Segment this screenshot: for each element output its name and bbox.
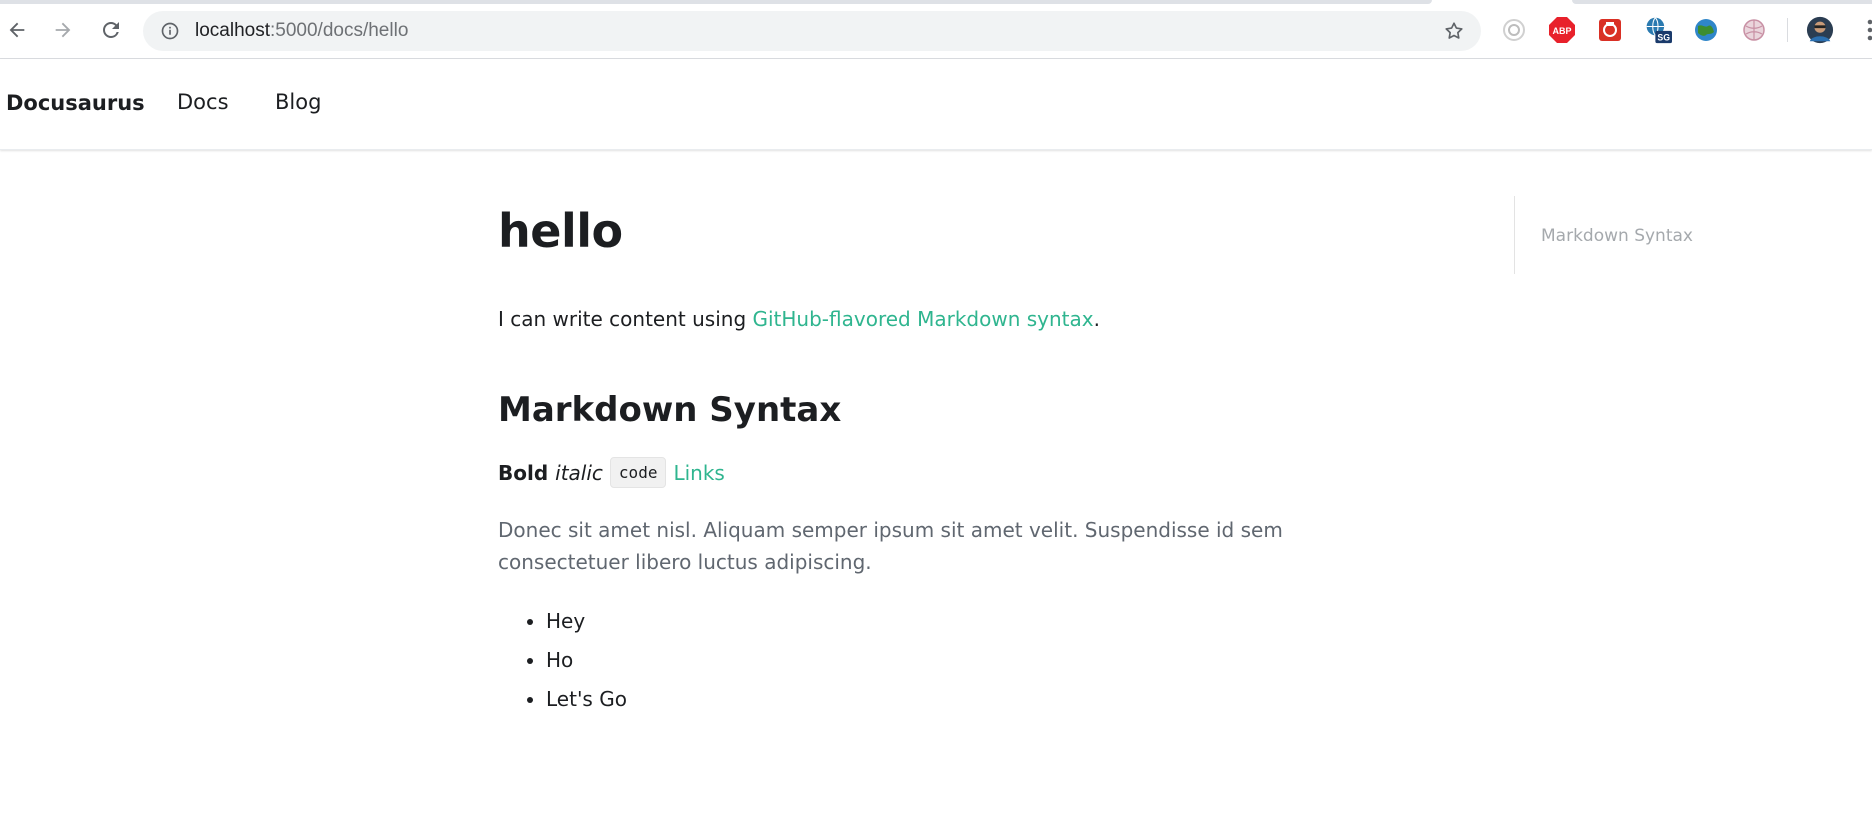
intro-suffix: . [1093,307,1100,331]
toc-item-markdown-syntax[interactable]: Markdown Syntax [1541,226,1693,246]
reload-button[interactable] [94,13,128,47]
bookmark-star-icon[interactable] [1443,20,1465,42]
body-paragraph: Donec sit amet nisl. Aliquam semper ipsu… [498,518,1283,574]
adblock-plus-icon[interactable]: ABP [1548,16,1576,44]
tab-strip [0,0,1432,4]
forward-button[interactable] [46,13,80,47]
address-bar[interactable]: localhost:5000/docs/hello [143,11,1481,51]
bullet-list: Hey Ho Let's Go [546,602,627,719]
url-path: :5000/docs/hello [270,20,409,41]
arrow-left-icon [9,22,25,38]
intro-paragraph: I can write content using GitHub-flavore… [498,307,1100,331]
menu-kebab-icon[interactable] [1856,16,1872,44]
url-host: localhost [195,20,270,41]
svg-text:SG: SG [1657,33,1670,43]
svg-text:ABP: ABP [1552,26,1571,36]
profile-avatar-icon[interactable] [1806,16,1834,44]
markdown-syntax-link[interactable]: GitHub-flavored Markdown syntax [753,307,1094,331]
links-link[interactable]: Links [673,461,724,485]
inline-code: code [609,457,667,488]
list-item: Hey [546,602,627,641]
inline-formatting-row: Bold italic code Links [498,457,725,488]
url-text[interactable]: localhost:5000/docs/hello [195,20,408,42]
arrow-right-icon [55,22,71,38]
site-navbar: Docusaurus Docs Blog [0,59,1872,150]
toolbar-separator [1787,18,1788,42]
nav-link-blog[interactable]: Blog [275,90,321,114]
globe-sg-extension-icon[interactable]: SG [1644,16,1672,44]
tab-strip [1572,0,1872,4]
brand-logo-link[interactable]: Docusaurus [6,91,145,115]
list-item: Ho [546,641,627,680]
nav-link-docs[interactable]: Docs [177,90,229,114]
italic-text: italic [555,460,603,485]
intro-prefix: I can write content using [498,307,753,331]
ball-extension-icon[interactable] [1740,16,1768,44]
reload-icon [103,22,119,38]
info-icon[interactable] [160,21,180,41]
spinner-extension-icon[interactable] [1500,16,1528,44]
back-button[interactable] [0,13,34,47]
browser-toolbar: localhost:5000/docs/hello ABP SG [0,0,1872,59]
image-extension-icon[interactable] [1596,16,1624,44]
page-title: hello [498,204,623,258]
section-heading: Markdown Syntax [498,390,842,430]
table-of-contents: Markdown Syntax [1514,196,1714,274]
bold-text: Bold [498,460,549,485]
list-item: Let's Go [546,680,627,719]
globe-extension-icon[interactable] [1692,16,1720,44]
